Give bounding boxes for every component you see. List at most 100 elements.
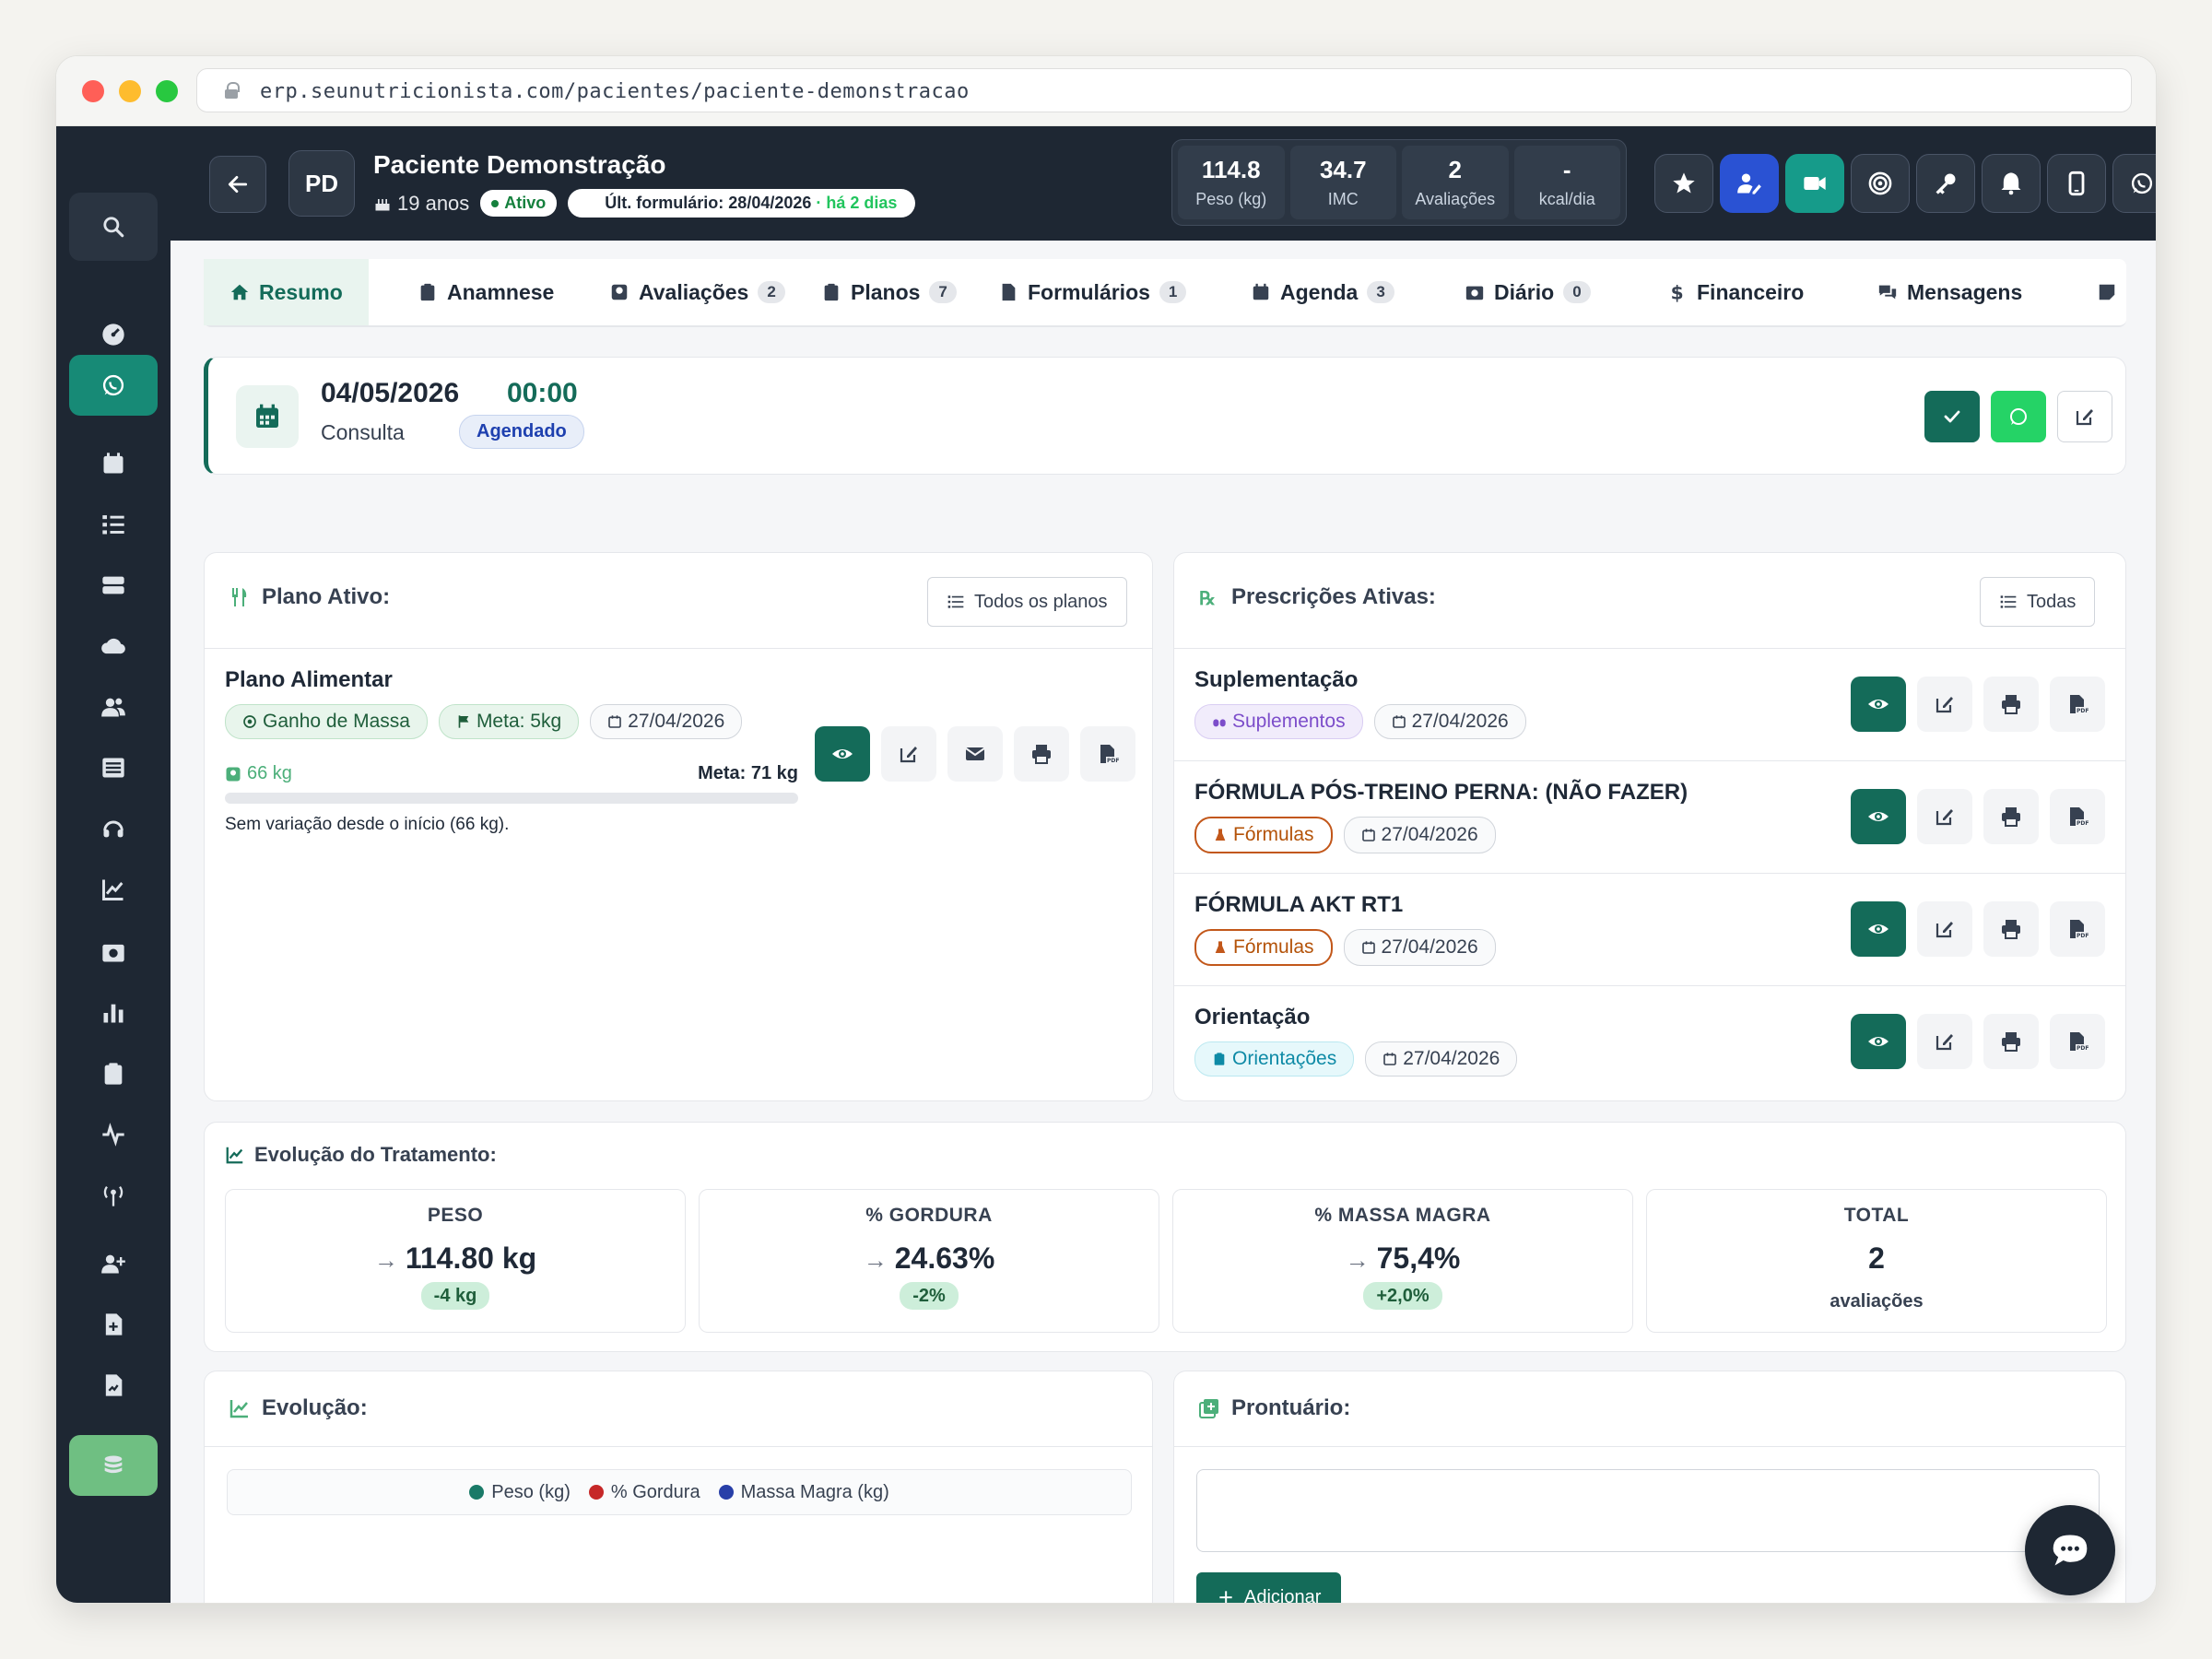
record-note-input[interactable]: [1196, 1469, 2100, 1552]
prescription-chips: Orientações 27/04/2026: [1194, 1041, 1518, 1077]
pdf-plan-button[interactable]: PDF: [1080, 726, 1135, 782]
sidebar-item-calendar[interactable]: [69, 436, 158, 491]
tab-mensagens[interactable]: Mensagens: [1852, 259, 2048, 325]
sidebar-item-new-file[interactable]: [69, 1297, 158, 1352]
edit-patient-button[interactable]: [1720, 154, 1779, 213]
tab-label: Diário: [1494, 279, 1555, 304]
print-prescription-button[interactable]: [1983, 789, 2039, 844]
confirm-appointment-button[interactable]: [1924, 391, 1980, 442]
whatsapp-button[interactable]: [2112, 154, 2156, 213]
sidebar-item-tasks[interactable]: [69, 497, 158, 552]
sidebar-item-diary[interactable]: [69, 924, 158, 980]
sidebar-item-records[interactable]: [69, 740, 158, 795]
goals-button[interactable]: [1851, 154, 1910, 213]
back-button[interactable]: [209, 156, 266, 213]
sidebar-item-clipboard[interactable]: [69, 1046, 158, 1101]
print-plan-button[interactable]: [1014, 726, 1069, 782]
pdf-prescription-button[interactable]: PDF: [2050, 677, 2105, 732]
sidebar-item-support[interactable]: [69, 801, 158, 856]
pdf-prescription-button[interactable]: PDF: [2050, 901, 2105, 957]
tab-avaliacoes[interactable]: Avaliações 2: [583, 259, 811, 325]
sidebar-item-broadcast[interactable]: [69, 1168, 158, 1223]
capsules-icon: [1213, 719, 1226, 727]
tab-anamnese[interactable]: Anamnese: [392, 259, 580, 325]
notifications-button[interactable]: [1982, 154, 2041, 213]
video-call-button[interactable]: [1785, 154, 1844, 213]
tab-planos[interactable]: Planos 7: [795, 259, 982, 325]
print-prescription-button[interactable]: [1983, 901, 2039, 957]
stat-label: IMC: [1327, 190, 1359, 208]
whatsapp-reminder-button[interactable]: [1991, 391, 2046, 442]
tab-formularios[interactable]: Formulários 1: [972, 259, 1212, 325]
pdf-prescription-button[interactable]: PDF: [2050, 1014, 2105, 1069]
sidebar-item-stats[interactable]: [69, 985, 158, 1041]
maximize-window-button[interactable]: [156, 80, 178, 102]
eye-icon: [1868, 812, 1888, 821]
pdf-prescription-button[interactable]: PDF: [2050, 789, 2105, 844]
chip-label: Meta: 5kg: [476, 711, 562, 732]
edit-prescription-button[interactable]: [1917, 789, 1972, 844]
sidebar-item-servers[interactable]: [69, 558, 158, 613]
calendar-icon: [236, 385, 299, 448]
edit-prescription-button[interactable]: [1917, 1014, 1972, 1069]
legend-item[interactable]: Peso (kg): [469, 1482, 571, 1503]
view-prescription-button[interactable]: [1851, 789, 1906, 844]
close-window-button[interactable]: [82, 80, 104, 102]
server-icon: [102, 576, 124, 594]
view-plan-button[interactable]: [815, 726, 870, 782]
sidebar-item-dashboard[interactable]: [69, 307, 158, 362]
sidebar-item-patients[interactable]: [69, 679, 158, 735]
line-chart-icon: [226, 1147, 243, 1164]
prescription-icon: ℞: [1199, 587, 1216, 608]
metric-weight: PESO → 114.80 kg -4 kg: [225, 1189, 686, 1333]
tab-resumo[interactable]: Resumo: [204, 259, 369, 325]
calendar-icon: [1361, 829, 1375, 841]
access-key-button[interactable]: [1916, 154, 1975, 213]
metric-delta: +2,0%: [1363, 1282, 1442, 1310]
bar-chart-icon: [103, 1004, 124, 1023]
tab-agenda[interactable]: Agenda 3: [1225, 259, 1420, 325]
sidebar-search-button[interactable]: [69, 193, 158, 261]
clipboard-icon: [420, 283, 435, 301]
last-form-badge[interactable]: Últ. formulário: 28/04/2026 · há 2 dias: [568, 189, 916, 218]
all-plans-button[interactable]: Todos os planos: [927, 577, 1127, 627]
sidebar-item-upload[interactable]: [69, 618, 158, 674]
category-chip: Suplementos: [1194, 704, 1363, 739]
file-pdf-icon: PDF: [2070, 695, 2088, 714]
minimize-window-button[interactable]: [119, 80, 141, 102]
favorite-button[interactable]: [1654, 154, 1713, 213]
tab-label: Mensagens: [1907, 279, 2023, 304]
edit-prescription-button[interactable]: [1917, 677, 1972, 732]
target-chip: Meta: 5kg: [438, 704, 580, 739]
edit-prescription-button[interactable]: [1917, 901, 1972, 957]
sidebar-item-finance[interactable]: [69, 1435, 158, 1496]
chat-fab-button[interactable]: [2025, 1505, 2115, 1595]
view-prescription-button[interactable]: [1851, 677, 1906, 732]
view-prescription-button[interactable]: [1851, 1014, 1906, 1069]
all-prescriptions-button[interactable]: Todas: [1980, 577, 2096, 627]
tab-more[interactable]: [2078, 259, 2136, 325]
tab-financeiro[interactable]: $ Financeiro: [1641, 259, 1830, 325]
print-prescription-button[interactable]: [1983, 1014, 2039, 1069]
edit-appointment-button[interactable]: [2057, 391, 2112, 442]
user-edit-icon: [1737, 173, 1761, 194]
tab-diario[interactable]: Diário 0: [1439, 259, 1617, 325]
add-record-button[interactable]: Adicionar: [1196, 1572, 1342, 1603]
edit-icon: [1936, 697, 1953, 713]
treatment-title: Evolução do Tratamento:: [254, 1143, 497, 1166]
legend-item[interactable]: Massa Magra (kg): [718, 1482, 889, 1503]
address-bar[interactable]: erp.seunutricionista.com/pacientes/pacie…: [196, 68, 2132, 112]
sidebar-item-reports[interactable]: [69, 862, 158, 917]
svg-text:PDF: PDF: [2077, 820, 2088, 827]
sidebar-item-activity[interactable]: [69, 1107, 158, 1162]
mobile-app-button[interactable]: [2047, 154, 2106, 213]
view-prescription-button[interactable]: [1851, 901, 1906, 957]
sidebar-item-whatsapp[interactable]: [69, 355, 158, 416]
legend-item[interactable]: % Gordura: [588, 1482, 700, 1503]
edit-plan-button[interactable]: [881, 726, 936, 782]
sidebar-item-signed-file[interactable]: [69, 1358, 158, 1413]
patient-meta: 19 anos Ativo Últ. formulário: 28/04/202…: [373, 189, 916, 218]
sidebar-item-add-user[interactable]: [69, 1236, 158, 1291]
print-prescription-button[interactable]: [1983, 677, 2039, 732]
email-plan-button[interactable]: [947, 726, 1003, 782]
